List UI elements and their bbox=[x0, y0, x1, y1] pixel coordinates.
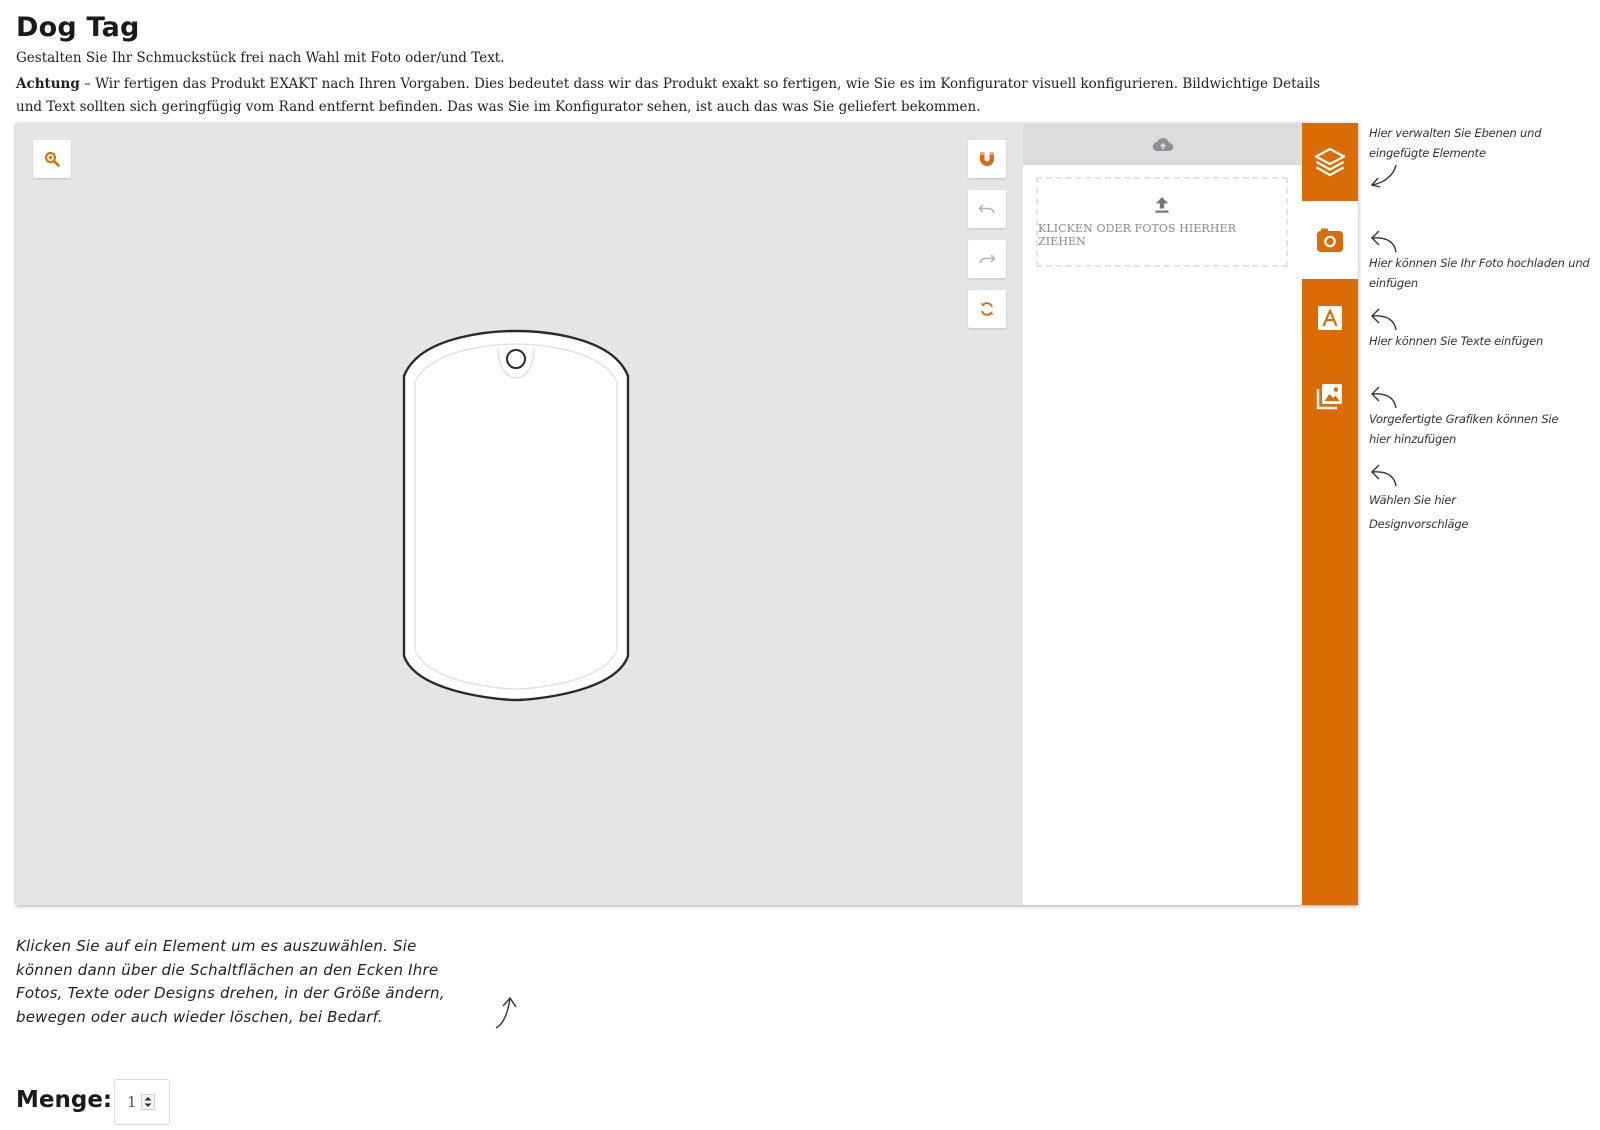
product-subtitle: Gestalten Sie Ihr Schmuckstück frei nach… bbox=[16, 50, 505, 66]
undo-button[interactable] bbox=[968, 190, 1006, 228]
zoom-in-icon bbox=[45, 152, 60, 167]
hint-arrow-text bbox=[1371, 308, 1397, 331]
dog-tag-shape[interactable] bbox=[401, 328, 631, 703]
photo-dropzone[interactable]: KLICKEN ODER FOTOS HIERHER ZIEHEN bbox=[1036, 177, 1288, 267]
text-icon bbox=[1318, 306, 1342, 330]
upload-icon bbox=[1155, 197, 1169, 213]
reset-icon bbox=[980, 302, 994, 316]
page-title: Dog Tag bbox=[16, 12, 140, 43]
quantity-label: Menge: bbox=[16, 1087, 113, 1113]
zoom-button[interactable] bbox=[33, 140, 71, 178]
design-stage[interactable] bbox=[16, 123, 1023, 905]
product-configurator: KLICKEN ODER FOTOS HIERHER ZIEHEN bbox=[16, 123, 1358, 905]
magnet-icon bbox=[980, 152, 994, 166]
camera-icon bbox=[1317, 228, 1343, 252]
bottom-hint: Klicken Sie auf ein Element um es auszuw… bbox=[16, 937, 445, 1026]
upload-panel: KLICKEN ODER FOTOS HIERHER ZIEHEN bbox=[1023, 123, 1302, 905]
hint-arrow-layers bbox=[1370, 164, 1397, 188]
tab-graphics[interactable] bbox=[1302, 357, 1358, 435]
images-icon bbox=[1316, 384, 1342, 410]
tool-tab-bar bbox=[1302, 123, 1358, 905]
hint-designs: Wählen Sie hier Designvorschläge bbox=[1369, 493, 1469, 531]
hint-arrow-bottom bbox=[495, 996, 517, 1029]
notice-body: – Wir fertigen das Produkt EXAKT nach Ih… bbox=[16, 76, 1321, 115]
layers-icon bbox=[1314, 147, 1346, 177]
dog-tag-hole bbox=[506, 349, 526, 369]
tab-photo[interactable] bbox=[1302, 201, 1358, 279]
hint-graphics: Vorgefertigte Grafiken können Sie hier h… bbox=[1369, 412, 1559, 446]
redo-button[interactable] bbox=[968, 240, 1006, 278]
hint-arrow-graphics bbox=[1371, 386, 1397, 409]
notice-label: Achtung bbox=[16, 76, 80, 92]
upload-panel-header bbox=[1023, 123, 1302, 165]
dropzone-label: KLICKEN ODER FOTOS HIERHER ZIEHEN bbox=[1038, 222, 1237, 248]
hint-text: Hier können Sie Texte einfügen bbox=[1369, 334, 1544, 348]
tab-layers[interactable] bbox=[1302, 123, 1358, 201]
reset-button[interactable] bbox=[968, 290, 1006, 328]
redo-icon bbox=[979, 254, 996, 264]
hint-layers: Hier verwalten Sie Ebenen und eingefügte… bbox=[1369, 126, 1542, 160]
hint-photo: Hier können Sie Ihr Foto hochladen und e… bbox=[1369, 256, 1590, 290]
cloud-upload-icon bbox=[1152, 138, 1173, 152]
quantity-value: 1 bbox=[127, 1093, 137, 1111]
notice-text: Achtung – Wir fertigen das Produkt EXAKT… bbox=[16, 73, 1336, 119]
undo-icon bbox=[978, 204, 995, 214]
quantity-stepper[interactable]: 1 bbox=[114, 1079, 170, 1125]
hint-arrow-photo bbox=[1371, 230, 1397, 253]
spinner-arrows-icon[interactable] bbox=[140, 1094, 155, 1110]
hint-arrow-designs bbox=[1371, 464, 1397, 487]
snap-button[interactable] bbox=[968, 140, 1006, 178]
tab-text[interactable] bbox=[1302, 279, 1358, 357]
